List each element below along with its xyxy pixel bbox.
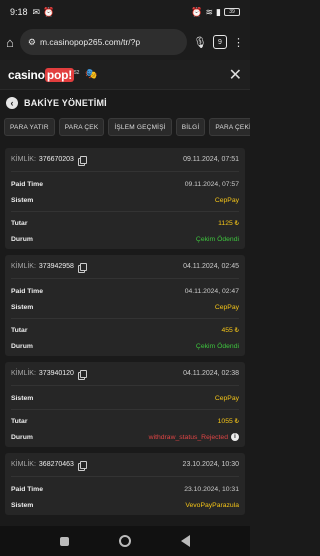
url-text: m.casinopop265.com/tr/?p xyxy=(39,37,141,47)
system-value: CepPay xyxy=(214,303,239,311)
transaction-id: 376670203 xyxy=(38,156,74,163)
paid-time-value: 23.10.2024, 10:31 xyxy=(184,485,239,493)
tab-bilgi[interactable]: BİLGİ xyxy=(175,118,206,136)
paid-time-label: Paid Time xyxy=(11,485,43,493)
status-label: Durum xyxy=(11,342,33,350)
copy-icon[interactable] xyxy=(77,262,87,273)
microphone-icon[interactable]: 🎙 xyxy=(193,36,207,49)
alarm-icon: ⏰ xyxy=(43,6,55,17)
system-label: Sistem xyxy=(11,303,34,311)
tab-islem-gecmisi[interactable]: İŞLEM GEÇMİŞİ xyxy=(108,118,172,136)
system-value: CepPay xyxy=(214,394,239,402)
transaction-id: 373940120 xyxy=(38,370,74,377)
transaction-card: KİMLİK: 373940120 04.11.2024, 02:38 Sist… xyxy=(5,362,245,447)
amount-label: Tutar xyxy=(11,417,28,425)
amount-label: Tutar xyxy=(11,219,28,227)
transaction-date: 04.11.2024, 02:45 xyxy=(183,263,239,270)
status-label: Durum xyxy=(11,433,33,441)
system-value: VevoPayParazula xyxy=(185,501,239,509)
copy-icon[interactable] xyxy=(77,369,87,380)
status-label: Durum xyxy=(11,235,33,243)
kimlik-label: KİMLİK: xyxy=(11,156,36,163)
page-titlebar: ‹ BAKİYE YÖNETİMİ xyxy=(0,90,250,116)
transaction-list: KİMLİK: 376670203 09.11.2024, 07:51 Paid… xyxy=(5,148,245,521)
amount-value: 1125 ₺ xyxy=(218,220,239,227)
paid-time-label: Paid Time xyxy=(11,180,43,188)
wifi-icon: ≋ xyxy=(205,6,214,17)
home-nav-icon[interactable] xyxy=(119,535,131,547)
signal-icon: ▮ xyxy=(216,6,221,17)
android-nav-bar xyxy=(0,526,250,556)
recents-icon[interactable] xyxy=(60,536,69,546)
transaction-date: 09.11.2024, 07:51 xyxy=(183,156,239,163)
system-value: CepPay xyxy=(214,196,239,204)
system-label: Sistem xyxy=(11,501,34,509)
status-value: Çekim Ödendi xyxy=(195,235,239,243)
tab-para-cekis[interactable]: PARA ÇEKİŞ xyxy=(209,118,250,136)
mail-icon: ✉ xyxy=(32,6,41,17)
close-icon[interactable]: ✕ xyxy=(229,65,242,85)
amount-value: 1055 ₺ xyxy=(217,418,239,425)
home-icon[interactable]: ⌂ xyxy=(6,35,14,50)
tab-para-cek[interactable]: PARA ÇEK xyxy=(58,118,105,136)
transaction-id: 373942958 xyxy=(38,263,74,270)
transaction-id: 368270463 xyxy=(38,461,74,468)
transaction-date: 04.11.2024, 02:38 xyxy=(183,370,239,377)
system-label: Sistem xyxy=(11,196,34,204)
casino-logo[interactable]: casino pop! 52 xyxy=(8,67,79,82)
kimlik-label: KİMLİK: xyxy=(11,370,36,377)
address-bar[interactable]: ⚙ m.casinopop265.com/tr/?p xyxy=(19,29,188,55)
copy-icon[interactable] xyxy=(77,460,87,471)
balance-tabs: PARA YATIR PARA ÇEK İŞLEM GEÇMİŞİ BİLGİ … xyxy=(4,118,250,138)
alarm-status-icon: ⏰ xyxy=(191,6,203,17)
system-label: Sistem xyxy=(11,394,34,402)
transaction-card: KİMLİK: 368270463 23.10.2024, 10:30 Paid… xyxy=(5,453,245,515)
info-icon[interactable]: i xyxy=(231,433,239,441)
more-menu-icon[interactable]: ⋮ xyxy=(233,36,244,49)
transaction-date: 23.10.2024, 10:30 xyxy=(182,461,239,468)
page-title: BAKİYE YÖNETİMİ xyxy=(24,98,107,108)
back-nav-icon[interactable] xyxy=(181,535,190,547)
paid-time-value: 09.11.2024, 07:57 xyxy=(184,180,239,188)
paid-time-value: 04.11.2024, 02:47 xyxy=(184,287,239,295)
paid-time-label: Paid Time xyxy=(11,287,43,295)
status-time: 9:18 xyxy=(10,7,28,17)
kimlik-label: KİMLİK: xyxy=(11,263,36,270)
site-settings-icon[interactable]: ⚙ xyxy=(28,37,36,48)
transaction-card: KİMLİK: 373942958 04.11.2024, 02:45 Paid… xyxy=(5,255,245,356)
kimlik-label: KİMLİK: xyxy=(11,461,36,468)
mascot-icon: 🎭 xyxy=(85,69,98,80)
tab-switcher-button[interactable]: 9 xyxy=(213,35,227,49)
status-value: Çekim Ödendi xyxy=(195,342,239,350)
amount-label: Tutar xyxy=(11,326,28,334)
transaction-card: KİMLİK: 376670203 09.11.2024, 07:51 Paid… xyxy=(5,148,245,249)
browser-toolbar: ⌂ ⚙ m.casinopop265.com/tr/?p 🎙 9 ⋮ xyxy=(0,24,250,60)
battery-icon: 39 xyxy=(224,8,240,16)
site-header: casino pop! 52 🎭 ✕ xyxy=(0,60,250,90)
back-icon[interactable]: ‹ xyxy=(6,97,18,109)
tab-para-yatir[interactable]: PARA YATIR xyxy=(4,118,55,136)
status-value: withdraw_status_Rejected xyxy=(148,433,228,441)
amount-value: 455 ₺ xyxy=(221,327,239,334)
status-bar: 9:18 ✉ ⏰ ⏰ ≋ ▮ 39 xyxy=(0,0,250,24)
copy-icon[interactable] xyxy=(77,155,87,166)
